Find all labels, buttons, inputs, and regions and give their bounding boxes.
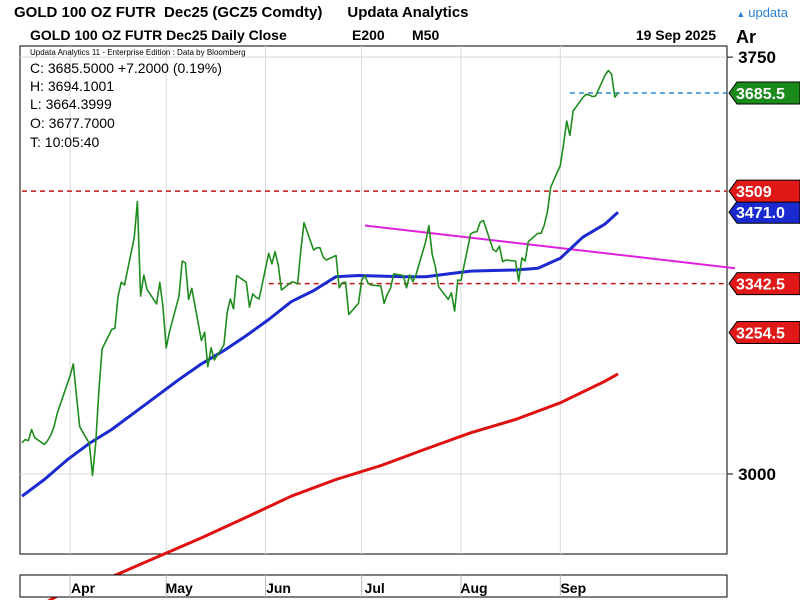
price-chart[interactable]: GOLD 100 OZ FUTR Dec25 Daily Close E200 … [0, 0, 800, 600]
m50-label: M50 [412, 27, 439, 43]
x-tick-label-1: May [166, 580, 193, 596]
series-label: GOLD 100 OZ FUTR Dec25 Daily Close [30, 27, 287, 43]
badge-label: 3254.5 [736, 326, 785, 343]
x-tick-label-5: Sep [560, 580, 586, 596]
quote-low: L: 3664.3999 [30, 96, 112, 112]
x-axis: Apr May Jun Jul Aug Sep [19, 574, 728, 598]
y-tick-label-0: 3000 [738, 465, 776, 484]
x-tick-label-2: Jun [266, 580, 291, 596]
x-tick-label-3: Jul [365, 580, 385, 596]
quote-high: H: 3694.1001 [30, 78, 114, 94]
edition-label: Updata Analytics 11 - Enterprise Edition… [30, 48, 246, 57]
y-tick-label-1: 3750 [738, 48, 776, 67]
quote-close: C: 3685.5000 +7.2000 (0.19%) [30, 60, 222, 76]
plot-frame [19, 45, 728, 555]
price-badge-3342.5: 3342.5 [728, 272, 800, 296]
e200-label: E200 [352, 27, 385, 43]
badge-label: 3685.5 [736, 86, 785, 103]
chart-date: 19 Sep 2025 [636, 27, 716, 43]
badge-label: 3509 [736, 184, 772, 201]
quote-time: T: 10:05:40 [30, 134, 99, 150]
axis-corner-label: Ar [736, 27, 756, 47]
quote-open: O: 3677.7000 [30, 115, 115, 131]
badge-label: 3471.0 [736, 205, 785, 222]
price-badge-3509: 3509 [728, 179, 800, 203]
badge-label: 3342.5 [736, 277, 785, 294]
y-axis: 3000 3750 [727, 48, 776, 484]
x-tick-label-4: Aug [460, 580, 487, 596]
x-tick-label-0: Apr [71, 580, 96, 596]
price-badge-3254.5: 3254.5 [728, 321, 800, 344]
price-badge-3685.5: 3685.5 [728, 81, 800, 105]
price-badges: 3471.0 3254.5 3342.5 3509 3685.5 [728, 81, 800, 344]
price-badge-3471.0: 3471.0 [728, 200, 800, 224]
